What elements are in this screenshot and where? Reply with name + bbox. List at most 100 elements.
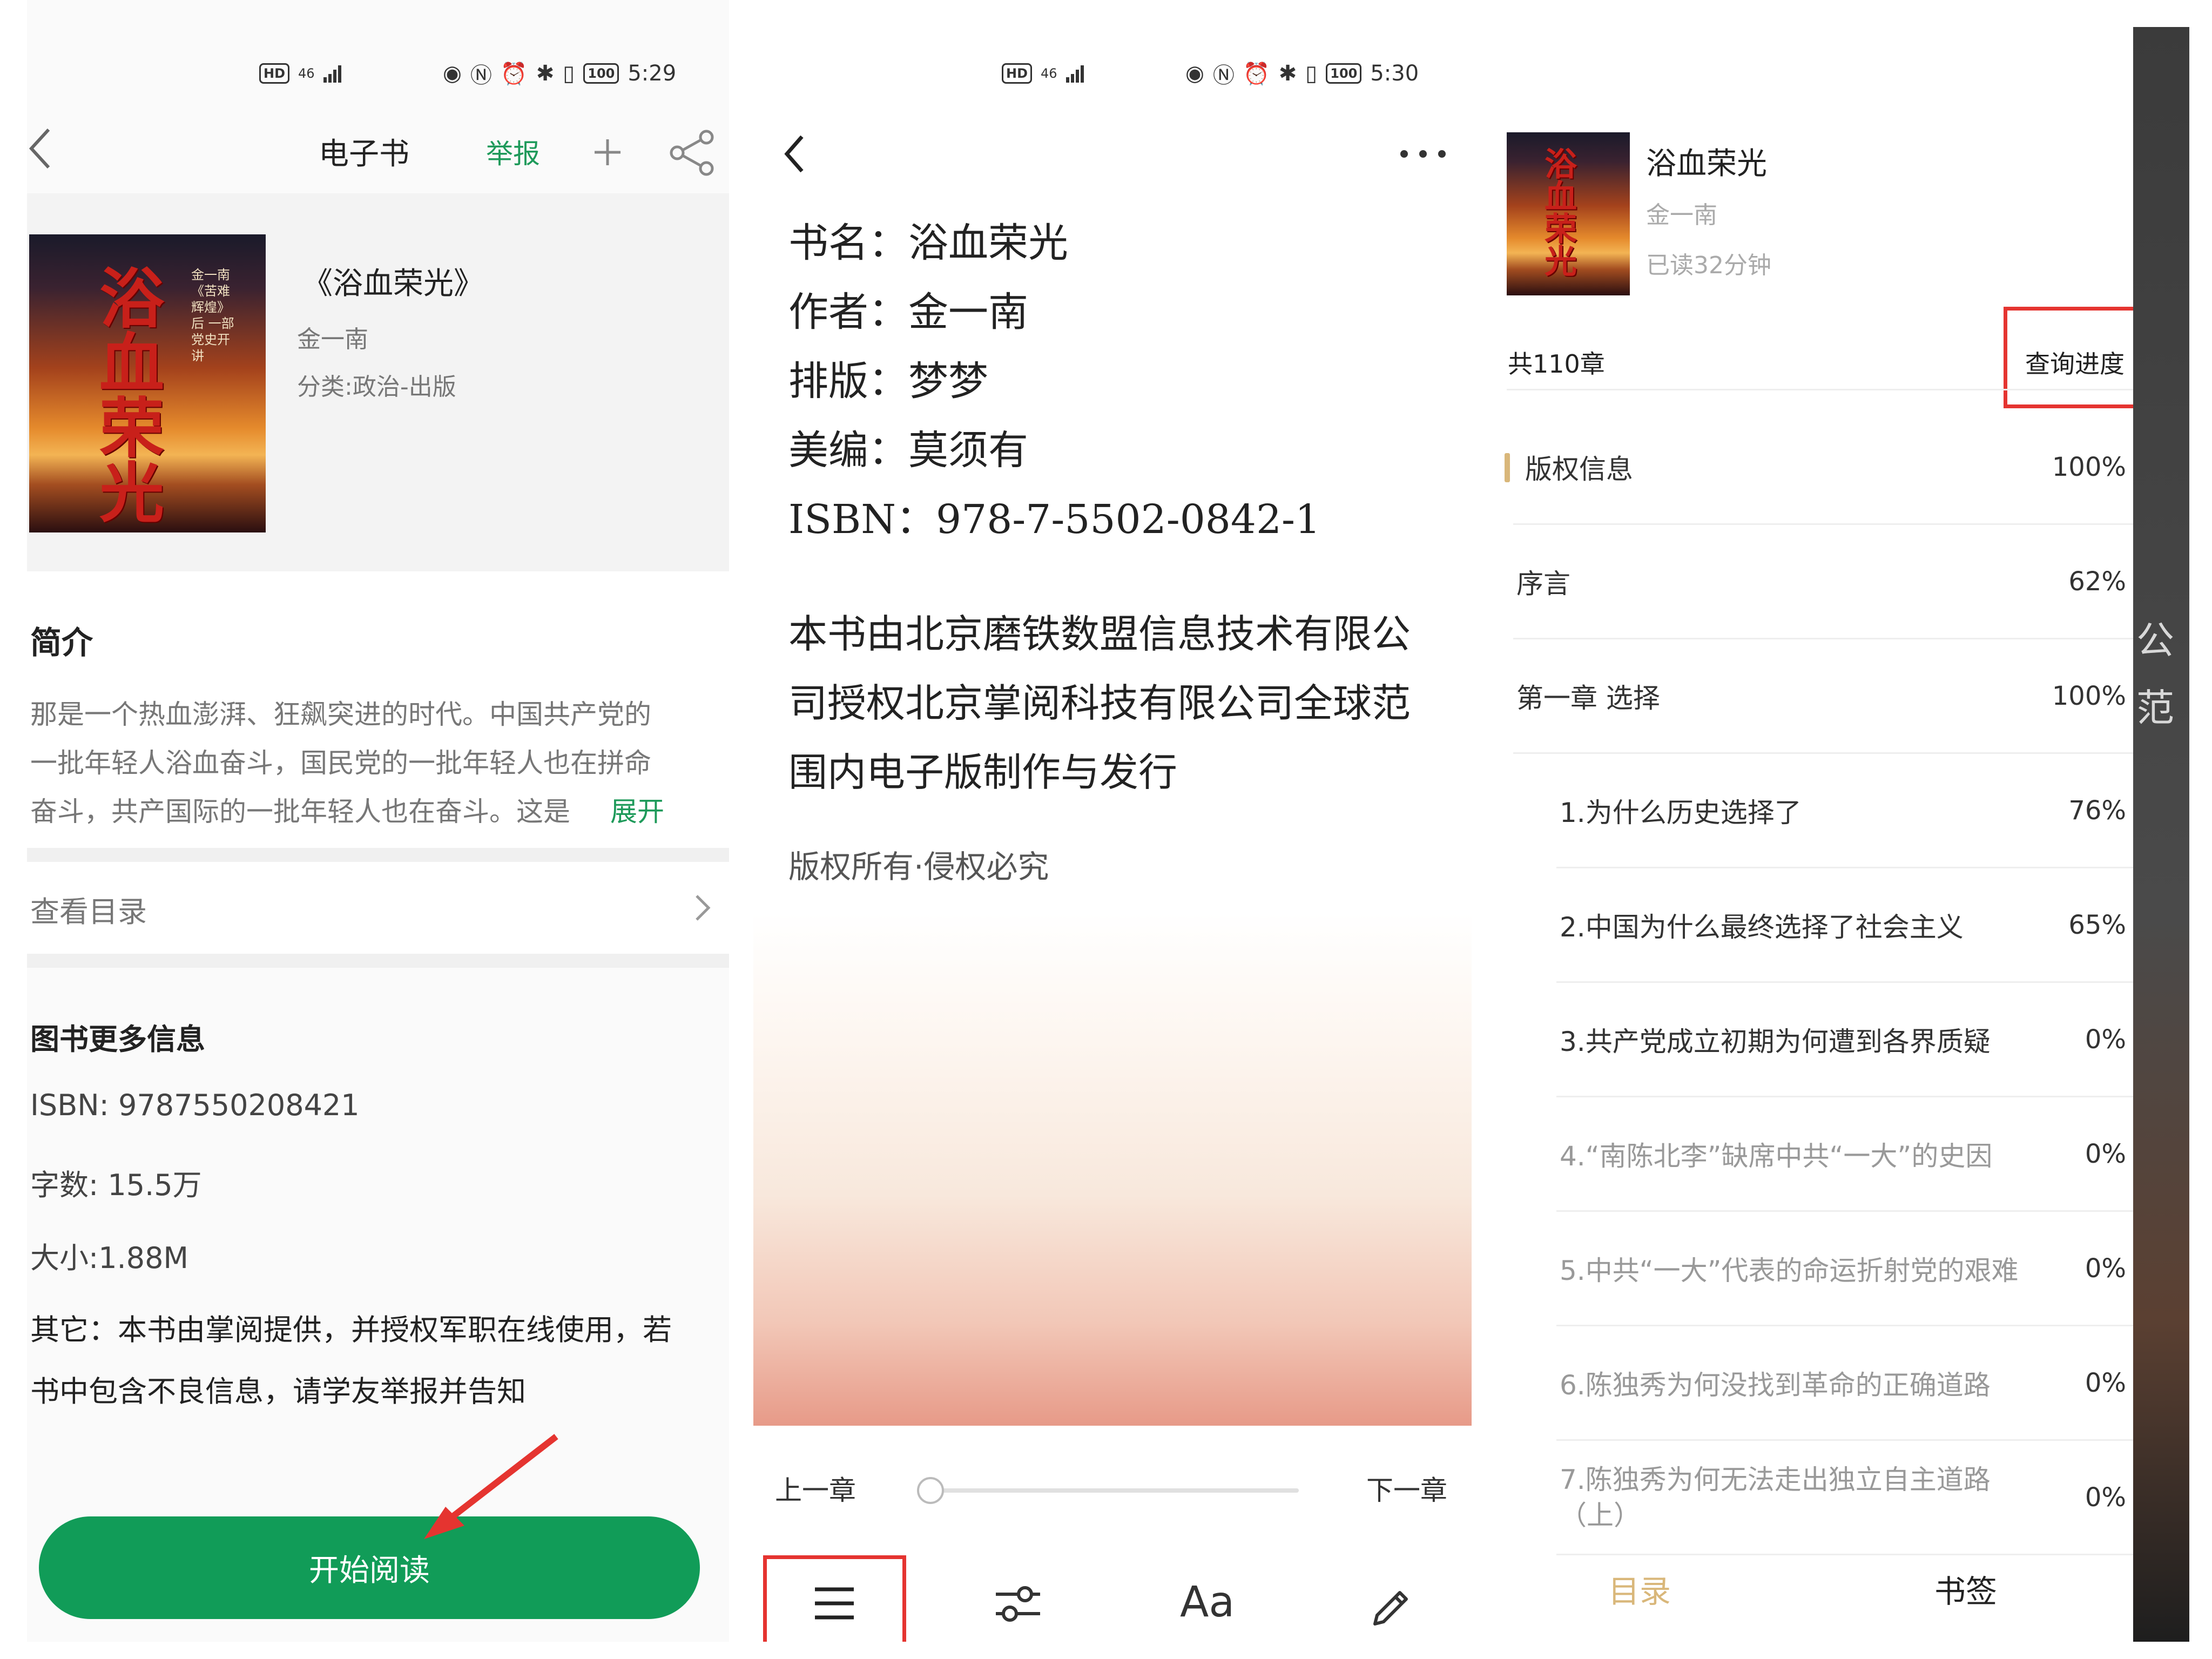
toc-item-title: 6.陈独秀为何没找到革命的正确道路	[1560, 1369, 1991, 1401]
toc-item-title-line-1: 7.陈独秀为何无法走出独立自主道路	[1560, 1464, 1991, 1495]
book-category: 分类:政治-出版	[297, 373, 456, 401]
battery-icon: 100	[583, 63, 619, 84]
intro-line-2: 一批年轻人浴血奋斗，国民党的一批年轻人也在拼命	[30, 747, 651, 779]
book-title: 《浴血荣光》	[302, 266, 484, 301]
background-image	[753, 913, 1472, 1426]
chevron-right-icon	[696, 895, 711, 921]
toc-item-progress: 76%	[2068, 795, 2126, 826]
divider	[27, 954, 729, 968]
status-time: 5:30	[1370, 61, 1419, 86]
menu-icon[interactable]	[813, 1585, 856, 1623]
prev-chapter-button[interactable]: 上一章	[775, 1469, 856, 1508]
dimmed-reader-edge: 公 范	[2133, 27, 2189, 1642]
copyright-line-1: 本书由北京磨铁数盟信息技术有限公	[788, 611, 1411, 657]
toc-item[interactable]: 7.陈独秀为何无法走出独立自主道路 （上） 0%	[1556, 1441, 2142, 1555]
intro-line-3: 奋斗，共产国际的一批年轻人也在奋斗。这是	[30, 796, 570, 827]
share-icon[interactable]	[669, 130, 717, 176]
toc-item-title: 5.中共“一大”代表的命运折射党的艰难	[1560, 1255, 2019, 1286]
report-link[interactable]: 举报	[486, 132, 540, 171]
settings-sliders-icon[interactable]	[994, 1582, 1042, 1626]
isbn-text: ISBN: 9787550208421	[30, 1088, 360, 1122]
start-reading-button[interactable]: 开始阅读	[39, 1516, 700, 1619]
battery-icon: 100	[1326, 63, 1362, 84]
network-label: 46	[298, 66, 315, 81]
add-icon[interactable]	[591, 136, 624, 168]
hd-indicator: HD	[259, 63, 290, 84]
highlight-box	[2004, 307, 2149, 408]
toc-item-title: 3.共产党成立初期为何遭到各界质疑	[1560, 1026, 1991, 1057]
meta-isbn: ISBN：978-7-5502-0842-1	[788, 496, 1321, 543]
toc-item-title: 1.为什么历史选择了	[1560, 797, 1802, 828]
alarm-icon: ⏰	[1243, 61, 1270, 86]
toc-link-row[interactable]: 查看目录	[27, 862, 729, 954]
intro-card: 简介 那是一个热血澎湃、狂飙突进的时代。中国共产党的 一批年轻人浴血奋斗，国民党…	[27, 571, 729, 852]
toc-link-label: 查看目录	[30, 895, 147, 929]
pen-icon[interactable]	[1366, 1580, 1415, 1628]
other-info-line-2: 书中包含不良信息，请学友举报并告知	[30, 1374, 526, 1408]
copyright-line-2: 司授权北京掌阅科技有限公司全球范	[788, 680, 1411, 726]
vibrate-icon: ▯	[563, 61, 575, 86]
book-cover[interactable]: 浴血荣光 金一南《苦难辉煌》后 一部党史开讲	[29, 234, 266, 532]
toc-item[interactable]: 版权信息 100%	[1505, 410, 2142, 525]
tab-toc[interactable]: 目录	[1608, 1566, 1671, 1611]
toc-book-title: 浴血荣光	[1646, 146, 1767, 181]
status-bar-right: ◉ Ⓝ ⏰ ✱ ▯ 100 5:30	[1185, 58, 1419, 89]
intro-heading: 简介	[30, 624, 93, 661]
arrow-annotation	[424, 1434, 558, 1539]
more-info-heading: 图书更多信息	[30, 1022, 205, 1056]
toc-item-title: 第一章 选择	[1516, 682, 1660, 714]
status-bar-left: HD 46	[1002, 58, 1084, 89]
font-icon[interactable]: Aa	[1180, 1578, 1235, 1627]
other-info-line-1: 其它：本书由掌阅提供，并授权军职在线使用，若	[30, 1313, 672, 1347]
status-bar-left: HD 46	[259, 58, 341, 89]
intro-line-1: 那是一个热血澎湃、狂飙突进的时代。中国共产党的	[30, 699, 651, 730]
signal-icon	[1065, 64, 1084, 83]
toc-item[interactable]: 5.中共“一大”代表的命运折射党的艰难 0%	[1556, 1212, 2142, 1326]
strip-text-2: 范	[2136, 686, 2174, 730]
toc-item-progress: 100%	[2052, 451, 2126, 482]
slider-knob[interactable]	[917, 1477, 944, 1504]
toc-item-progress: 100%	[2052, 680, 2126, 711]
status-bar-right: ◉ Ⓝ ⏰ ✱ ▯ 100 5:29	[443, 58, 676, 89]
status-time: 5:29	[628, 61, 677, 86]
toc-item[interactable]: 3.共产党成立初期为何遭到各界质疑 0%	[1556, 983, 2142, 1097]
toc-item-title: 2.中国为什么最终选择了社会主义	[1560, 911, 1964, 943]
toc-screen: 浴血荣光 浴血荣光 金一南 已读32分钟 共110章 查询进度 版权信息 100%…	[1474, 0, 2160, 1642]
eye-icon: ◉	[1185, 61, 1204, 86]
page-title: 电子书	[319, 137, 409, 172]
strip-text-1: 公	[2136, 618, 2174, 663]
toc-item[interactable]: 4.“南陈北李”缺席中共“一大”的史因 0%	[1556, 1097, 2142, 1212]
toc-item[interactable]: 序言 62%	[1513, 525, 2142, 639]
next-chapter-button[interactable]: 下一章	[1366, 1469, 1447, 1508]
nfc-icon: Ⓝ	[1212, 63, 1235, 88]
toc-item-progress: 65%	[2068, 909, 2126, 940]
book-author: 金一南	[297, 326, 368, 353]
meta-book-name: 书名：浴血荣光	[788, 220, 1068, 266]
chapter-count: 共110章	[1508, 349, 1605, 379]
copyright-line-3: 围内电子版制作与发行	[788, 750, 1178, 795]
word-count: 字数: 15.5万	[30, 1168, 202, 1202]
toc-item-title-line-2: （上）	[1560, 1499, 1641, 1531]
more-icon[interactable]	[1396, 146, 1450, 162]
book-detail-screen: HD 46 ◉ Ⓝ ⏰ ✱ ▯ 100 5:29 电子书 举报 浴血荣光 金一南…	[27, 0, 729, 1642]
divider	[27, 848, 729, 862]
toc-item-title: 7.陈独秀为何无法走出独立自主道路 （上）	[1556, 1462, 1991, 1533]
toc-item[interactable]: 6.陈独秀为何没找到革命的正确道路 0%	[1556, 1326, 2142, 1441]
bluetooth-icon: ✱	[1278, 61, 1297, 86]
hd-indicator: HD	[1002, 63, 1033, 84]
bluetooth-icon: ✱	[536, 61, 555, 86]
toc-book-author: 金一南	[1646, 201, 1717, 229]
toc-item-title: 版权信息	[1525, 453, 1633, 485]
toc-read-time: 已读32分钟	[1646, 252, 1771, 279]
meta-art-editor: 美编：莫须有	[788, 427, 1028, 474]
chapter-progress-slider[interactable]	[932, 1488, 1299, 1493]
tab-bookmark[interactable]: 书签	[1934, 1566, 1997, 1611]
toc-item[interactable]: 第一章 选择 100%	[1513, 639, 2142, 754]
back-icon[interactable]	[27, 124, 59, 173]
meta-typeset: 排版：梦梦	[788, 358, 988, 404]
expand-link[interactable]: 展开	[610, 790, 664, 829]
toc-item[interactable]: 1.为什么历史选择了 76%	[1556, 754, 2142, 868]
toc-item[interactable]: 2.中国为什么最终选择了社会主义 65%	[1556, 868, 2142, 983]
toc-cover-title: 浴血荣光	[1545, 146, 1577, 281]
back-icon[interactable]	[780, 132, 813, 176]
